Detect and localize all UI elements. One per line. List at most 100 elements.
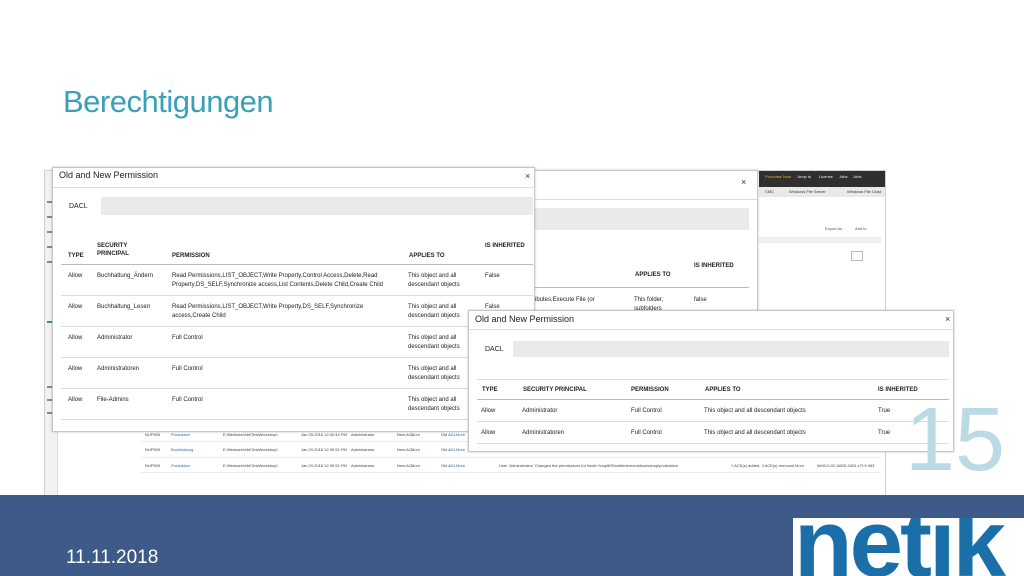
col-header-applies-to[interactable]: APPLIES TO xyxy=(705,386,741,394)
applies-to-cell: This object and all xyxy=(408,397,457,403)
filter-bar[interactable] xyxy=(759,237,881,243)
close-icon[interactable]: × xyxy=(741,177,746,187)
col-header-principal[interactable]: SECURITY PRINCIPAL xyxy=(523,386,587,394)
close-icon[interactable]: × xyxy=(525,171,530,181)
app-tab-bar: CMC Windows File Server Windows File Clu… xyxy=(759,187,885,197)
more-link[interactable]: More xyxy=(411,432,420,437)
applies-to-cell: descendant objects xyxy=(408,375,460,381)
principal-cell: Buchhaltung_Lesen xyxy=(97,304,151,310)
applies-to-cell: descendant objects xyxy=(408,344,460,350)
divider xyxy=(477,379,949,380)
table-cell: 1 ACE(s) added, 3 ACE(s) removed xyxy=(731,462,795,468)
permission-cell: Full Control xyxy=(631,408,662,414)
tab-dacl[interactable]: DACL xyxy=(477,341,513,357)
permission-cell: Full Control xyxy=(172,397,203,403)
divider xyxy=(477,399,949,400)
applies-to-cell: This object and all descendant objects xyxy=(704,430,806,436)
col-header-type[interactable]: TYPE xyxy=(482,386,498,394)
applies-to-cell: This object and all xyxy=(408,366,457,372)
top-menu-item[interactable]: License xyxy=(819,174,833,179)
table-cell: E:\fileshare\Abt\TestWorkshop\ xyxy=(223,431,278,437)
col-header-type[interactable]: TYPE xyxy=(68,252,84,260)
col-header-inherited[interactable]: IS INHERITED xyxy=(485,242,530,250)
table-cell-link[interactable]: Produktion xyxy=(171,463,190,468)
tab-windows-file-server[interactable]: Windows File Server xyxy=(789,189,826,194)
divider xyxy=(61,264,533,265)
divider xyxy=(477,421,949,422)
tab-dacl[interactable]: DACL xyxy=(61,197,101,215)
applies-to-cell: descendant objects xyxy=(408,406,460,412)
principal-cell: Administratoren xyxy=(97,366,140,372)
table-cell: Administrator xyxy=(351,462,375,468)
divider xyxy=(53,187,534,188)
dialog-title: Old and New Permission xyxy=(59,170,159,180)
col-header-applies-to[interactable]: APPLIES TO xyxy=(409,252,445,260)
col-header-permission[interactable]: PERMISSION xyxy=(631,386,669,394)
permission-cell: Full Control xyxy=(172,366,203,372)
applies-to-cell: This object and all xyxy=(408,273,457,279)
inherited-cell: True xyxy=(878,430,891,436)
table-cell: Jan 29,2018 12:39:52 PM xyxy=(301,447,347,452)
more-link[interactable]: More xyxy=(456,463,465,468)
tab-windows-file-cluster[interactable]: Windows File Clust xyxy=(847,189,881,194)
table-row[interactable]: NUP505 Produktion E:\fileshare\Abt\TestW… xyxy=(141,458,881,473)
app-top-menu: Purchase Now Jump to License Jobs Jobs xyxy=(759,171,885,187)
applies-to-cell: This object and all xyxy=(408,304,457,310)
col-header-is-inherited[interactable]: IS INHERITED xyxy=(694,262,744,270)
netik-logo: netik xyxy=(793,518,1024,576)
top-menu-item[interactable]: Purchase Now xyxy=(765,174,791,179)
divider xyxy=(61,419,533,420)
table-cell: NUP505 xyxy=(145,447,161,452)
toolbar-icon[interactable] xyxy=(851,251,863,261)
applies-to-cell: This object and all descendant objects xyxy=(704,408,806,414)
divider xyxy=(61,295,533,296)
tab-bar: DACL xyxy=(61,197,533,215)
table-cell: Old ACL xyxy=(441,431,456,437)
table-cell: E:\fileshare\Abt\TestWorkshop\ xyxy=(223,462,278,468)
tab-cmc[interactable]: CMC xyxy=(765,189,774,194)
principal-cell: Administrator xyxy=(97,335,133,341)
slide-title: Berechtigungen xyxy=(63,84,274,119)
permission-cell: Property,DS_SELF,Synchronize access,List… xyxy=(172,282,383,288)
table-cell-link[interactable]: Produktion xyxy=(171,432,190,437)
table-cell: NUP505 xyxy=(145,431,161,437)
more-link[interactable]: More xyxy=(456,432,465,437)
applies-to-cell: descendant objects xyxy=(408,282,460,288)
more-link[interactable]: More xyxy=(411,447,420,452)
type-cell: Allow xyxy=(68,366,83,372)
tab-bar: DACL xyxy=(477,341,949,357)
type-cell: Allow xyxy=(68,397,83,403)
col-header-applies-to[interactable]: APPLIES TO xyxy=(635,271,671,279)
inherited-cell: false xyxy=(694,297,707,303)
table-cell: Administrator xyxy=(351,431,375,437)
col-header-principal[interactable]: SECURITY PRINCIPAL xyxy=(97,242,157,259)
divider xyxy=(61,357,533,358)
close-icon[interactable]: × xyxy=(945,314,950,324)
permission-dialog-old: Old and New Permission × DACL TYPE SECUR… xyxy=(52,167,535,432)
divider xyxy=(61,326,533,327)
type-cell: Allow xyxy=(481,408,496,414)
principal-cell: Administrator xyxy=(522,408,558,414)
table-cell: Old ACL xyxy=(441,447,456,452)
slide-date: 11.11.2018 xyxy=(66,547,159,568)
more-link[interactable]: More xyxy=(456,447,465,452)
permission-dialog-new: Old and New Permission × DACL TYPE SECUR… xyxy=(468,310,954,452)
add-to-link[interactable]: Add to xyxy=(855,226,867,231)
more-link[interactable]: More xyxy=(411,463,420,468)
permission-cell: Read Permissions,LIST_OBJECT,Write Prope… xyxy=(172,304,364,310)
logo-text: netik xyxy=(794,518,1006,576)
export-as-link[interactable]: Export As xyxy=(825,226,842,231)
slide-number: 15 xyxy=(905,390,1006,490)
top-menu-item[interactable]: Jobs xyxy=(853,174,861,179)
divider xyxy=(477,443,949,444)
permission-cell: Full Control xyxy=(631,430,662,436)
top-menu-item[interactable]: Jump to xyxy=(797,174,811,179)
col-header-permission[interactable]: PERMISSION xyxy=(172,252,210,260)
principal-cell: File-Admins xyxy=(97,397,129,403)
permission-cell: access,Create Child xyxy=(172,313,226,319)
more-link[interactable]: More xyxy=(795,463,804,468)
dialog-title: Old and New Permission xyxy=(475,314,575,324)
table-cell-link[interactable]: Buchhaltung xyxy=(171,447,193,452)
table-cell: Jan 29,2018 12:42:44 PM xyxy=(301,431,347,437)
top-menu-item[interactable]: Jobs xyxy=(839,174,847,179)
